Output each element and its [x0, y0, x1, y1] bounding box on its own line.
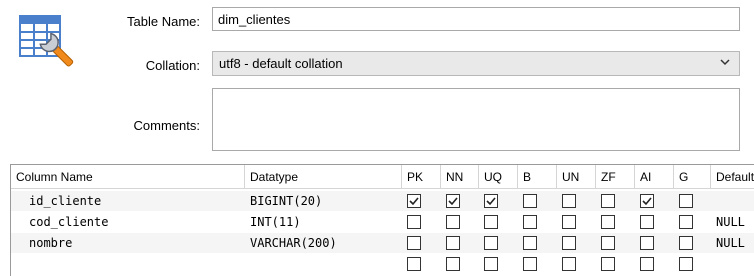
column-name-cell[interactable]: cod_cliente [29, 212, 239, 232]
nn-checkbox[interactable] [446, 215, 460, 229]
header-ai[interactable]: AI [635, 165, 674, 189]
header-nn[interactable]: NN [441, 165, 479, 189]
un-checkbox[interactable] [562, 194, 576, 208]
table-name-label: Table Name: [127, 14, 200, 29]
default-cell[interactable] [716, 254, 754, 274]
zf-checkbox[interactable] [601, 236, 615, 250]
datatype-cell[interactable]: BIGINT(20) [250, 191, 400, 211]
ai-checkbox[interactable] [640, 215, 654, 229]
header-datatype[interactable]: Datatype [245, 165, 402, 189]
pk-checkbox[interactable] [407, 257, 421, 271]
column-name-cell[interactable]: nombre [29, 233, 239, 253]
collation-select[interactable]: utf8 - default collation [212, 51, 740, 76]
b-checkbox[interactable] [523, 257, 537, 271]
un-checkbox[interactable] [562, 257, 576, 271]
ai-checkbox[interactable] [640, 194, 654, 208]
uq-checkbox[interactable] [484, 194, 498, 208]
table-name-input[interactable] [212, 7, 740, 31]
zf-checkbox[interactable] [601, 215, 615, 229]
checkmark-icon [448, 197, 458, 206]
header-zf[interactable]: ZF [596, 165, 635, 189]
columns-grid: Column Name Datatype PK NN UQ B UN ZF AI G Default… [10, 164, 754, 276]
table-row[interactable]: cod_cliente INT(11) NULL [11, 212, 754, 232]
table-row[interactable]: id_cliente BIGINT(20) [11, 191, 754, 211]
g-checkbox[interactable] [679, 215, 693, 229]
un-checkbox[interactable] [562, 215, 576, 229]
nn-checkbox[interactable] [446, 236, 460, 250]
collation-label: Collation: [145, 58, 200, 73]
header-b[interactable]: B [518, 165, 557, 189]
comments-label: Comments: [133, 118, 200, 133]
header-uq[interactable]: UQ [479, 165, 518, 189]
datatype-cell[interactable] [250, 254, 400, 274]
chevron-down-icon [719, 56, 731, 68]
b-checkbox[interactable] [523, 236, 537, 250]
un-checkbox[interactable] [562, 236, 576, 250]
column-name-cell[interactable]: id_cliente [29, 191, 239, 211]
column-name-cell[interactable] [29, 254, 239, 274]
checkmark-icon [486, 197, 496, 206]
b-checkbox[interactable] [523, 194, 537, 208]
checkmark-icon [642, 197, 652, 206]
checkmark-icon [409, 197, 419, 206]
collation-value: utf8 - default collation [219, 56, 343, 71]
uq-checkbox[interactable] [484, 215, 498, 229]
header-column-name[interactable]: Column Name [11, 165, 245, 189]
table-row[interactable]: nombre VARCHAR(200) NULL [11, 233, 754, 253]
comments-textarea[interactable] [212, 88, 740, 151]
g-checkbox[interactable] [679, 236, 693, 250]
g-checkbox[interactable] [679, 194, 693, 208]
g-checkbox[interactable] [679, 257, 693, 271]
header-default[interactable]: Default/Expression [711, 165, 754, 189]
pk-checkbox[interactable] [407, 236, 421, 250]
datatype-cell[interactable]: INT(11) [250, 212, 400, 232]
header-pk[interactable]: PK [402, 165, 441, 189]
pk-checkbox[interactable] [407, 194, 421, 208]
default-cell[interactable]: NULL [716, 233, 754, 253]
pk-checkbox[interactable] [407, 215, 421, 229]
ai-checkbox[interactable] [640, 236, 654, 250]
nn-checkbox[interactable] [446, 257, 460, 271]
datatype-cell[interactable]: VARCHAR(200) [250, 233, 400, 253]
table-row[interactable] [11, 254, 754, 274]
default-cell[interactable]: NULL [716, 212, 754, 232]
nn-checkbox[interactable] [446, 194, 460, 208]
uq-checkbox[interactable] [484, 257, 498, 271]
uq-checkbox[interactable] [484, 236, 498, 250]
zf-checkbox[interactable] [601, 257, 615, 271]
header-un[interactable]: UN [557, 165, 596, 189]
ai-checkbox[interactable] [640, 257, 654, 271]
zf-checkbox[interactable] [601, 194, 615, 208]
header-g[interactable]: G [674, 165, 711, 189]
default-cell[interactable] [716, 191, 754, 211]
b-checkbox[interactable] [523, 215, 537, 229]
